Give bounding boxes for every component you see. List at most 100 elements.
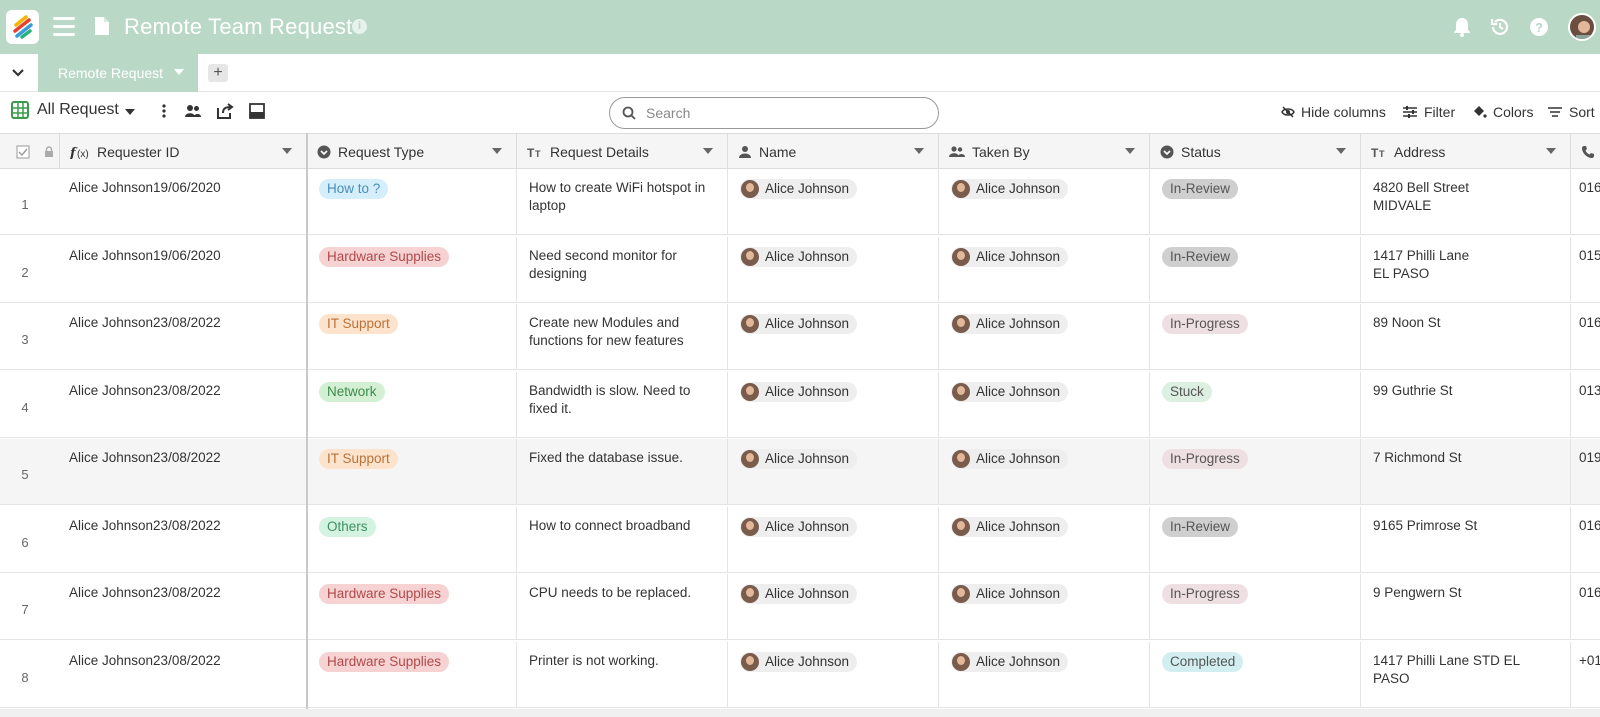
person-chip[interactable]: Alice Johnson	[951, 246, 1069, 267]
person-chip[interactable]: Alice Johnson	[951, 449, 1069, 469]
checkbox-icon[interactable]	[16, 145, 30, 159]
table-row[interactable]: 3 Alice Johnson23/08/2022 IT Support Create…	[0, 304, 1600, 370]
caret-down-icon[interactable]	[492, 148, 502, 154]
cell-taken-by[interactable]: Alice Johnson	[939, 304, 1150, 370]
person-chip[interactable]: Alice Johnson	[740, 314, 858, 334]
tab-remote-request[interactable]: Remote Request	[38, 54, 198, 92]
cell-request-details[interactable]: Bandwidth is slow. Need to fixed it.	[517, 371, 728, 438]
cell-requester-id[interactable]: Alice Johnson23/08/2022	[60, 506, 307, 573]
menu-icon[interactable]	[53, 17, 75, 37]
table-row[interactable]: 4 Alice Johnson23/08/2022 Network Bandwidth…	[0, 371, 1600, 438]
cell-status[interactable]: In-Review	[1150, 506, 1361, 573]
cell-request-type[interactable]: IT Support	[307, 439, 517, 505]
chevron-down-icon[interactable]	[10, 65, 26, 81]
cell-address[interactable]: 4820 Bell Street MIDVALE	[1361, 169, 1571, 235]
caret-down-icon[interactable]	[1336, 148, 1346, 154]
user-avatar[interactable]	[1568, 13, 1596, 41]
layout-icon[interactable]	[248, 102, 266, 120]
cell-request-details[interactable]: Need second monitor for designing	[517, 236, 728, 303]
cell-status[interactable]: In-Progress	[1150, 304, 1361, 370]
cell-address[interactable]: 99 Guthrie St	[1361, 371, 1571, 438]
cell-status[interactable]: In-Progress	[1150, 574, 1361, 640]
person-chip[interactable]: Alice Johnson	[740, 651, 858, 672]
col-header-phone[interactable]	[1571, 134, 1600, 169]
cell-request-type[interactable]: IT Support	[307, 304, 517, 370]
cell-requester-id[interactable]: Alice Johnson23/08/2022	[60, 371, 307, 438]
cell-taken-by[interactable]: Alice Johnson	[939, 574, 1150, 640]
cell-request-type[interactable]: Others	[307, 506, 517, 573]
table-row[interactable]: 8 Alice Johnson23/08/2022 Hardware Supplie…	[0, 641, 1600, 708]
cell-taken-by[interactable]: Alice Johnson	[939, 169, 1150, 235]
cell-request-type[interactable]: How to ?	[307, 169, 517, 235]
caret-down-icon[interactable]	[125, 109, 135, 115]
cell-address[interactable]: 1417 Philli Lane EL PASO	[1361, 236, 1571, 303]
logo-icon[interactable]	[6, 10, 39, 44]
col-header-name[interactable]: Name	[728, 134, 939, 169]
cell-address[interactable]: 9165 Primrose St	[1361, 506, 1571, 573]
cell-phone[interactable]: 016	[1571, 304, 1600, 370]
cell-request-details[interactable]: How to create WiFi hotspot in laptop	[517, 169, 728, 235]
cell-name[interactable]: Alice Johnson	[728, 439, 939, 505]
cell-address[interactable]: 1417 Philli Lane STD EL PASO	[1361, 641, 1571, 708]
col-header-request-details[interactable]: TT Request Details	[517, 134, 728, 169]
cell-phone[interactable]: 013	[1571, 372, 1600, 438]
sort-button[interactable]: Sort	[1547, 104, 1595, 120]
cell-status[interactable]: Stuck	[1150, 371, 1361, 438]
caret-down-icon[interactable]	[1546, 148, 1556, 154]
info-icon[interactable]: i	[352, 19, 367, 34]
cell-requester-id[interactable]: Alice Johnson23/08/2022	[60, 641, 307, 708]
table-row[interactable]: 7 Alice Johnson23/08/2022 Hardware Supplie…	[0, 574, 1600, 640]
cell-phone[interactable]: 016	[1571, 507, 1600, 573]
caret-down-icon[interactable]	[914, 148, 924, 154]
cell-requester-id[interactable]: Alice Johnson23/08/2022	[60, 574, 307, 640]
person-chip[interactable]: Alice Johnson	[740, 584, 858, 604]
history-icon[interactable]	[1489, 16, 1511, 38]
person-chip[interactable]: Alice Johnson	[951, 381, 1069, 402]
export-icon[interactable]	[216, 102, 234, 120]
view-selector[interactable]: All Request	[37, 101, 119, 119]
search-input[interactable]	[609, 97, 939, 129]
col-header-status[interactable]: Status	[1150, 134, 1361, 169]
cell-requester-id[interactable]: Alice Johnson19/06/2020	[60, 169, 307, 235]
col-header-request-type[interactable]: Request Type	[307, 134, 517, 169]
person-chip[interactable]: Alice Johnson	[740, 246, 858, 267]
cell-request-details[interactable]: Printer is not working.	[517, 641, 728, 708]
cell-taken-by[interactable]: Alice Johnson	[939, 641, 1150, 708]
add-tab-button[interactable]: +	[208, 64, 228, 82]
person-chip[interactable]: Alice Johnson	[740, 381, 858, 402]
table-row[interactable]: 2 Alice Johnson19/06/2020 Hardware Supplie…	[0, 236, 1600, 303]
cell-phone[interactable]: 016	[1571, 574, 1600, 640]
hide-columns-button[interactable]: Hide columns	[1281, 104, 1386, 120]
cell-name[interactable]: Alice Johnson	[728, 236, 939, 303]
cell-request-details[interactable]: CPU needs to be replaced.	[517, 574, 728, 640]
person-chip[interactable]: Alice Johnson	[951, 651, 1069, 672]
col-header-requester-id[interactable]: f (x) Requester ID	[60, 134, 307, 169]
person-chip[interactable]: Alice Johnson	[951, 179, 1069, 199]
cell-taken-by[interactable]: Alice Johnson	[939, 506, 1150, 573]
cell-status[interactable]: Completed	[1150, 641, 1361, 708]
cell-name[interactable]: Alice Johnson	[728, 371, 939, 438]
cell-status[interactable]: In-Progress	[1150, 439, 1361, 505]
cell-phone[interactable]: +01	[1571, 642, 1600, 708]
cell-name[interactable]: Alice Johnson	[728, 574, 939, 640]
cell-requester-id[interactable]: Alice Johnson23/08/2022	[60, 304, 307, 370]
filter-button[interactable]: Filter	[1402, 104, 1455, 120]
person-chip[interactable]: Alice Johnson	[951, 314, 1069, 334]
cell-address[interactable]: 7 Richmond St	[1361, 439, 1571, 505]
person-chip[interactable]: Alice Johnson	[740, 516, 858, 537]
colors-button[interactable]: Colors	[1471, 104, 1533, 120]
help-icon[interactable]: ?	[1528, 16, 1550, 38]
cell-request-type[interactable]: Hardware Supplies	[307, 641, 517, 708]
table-row[interactable]: 6 Alice Johnson23/08/2022 Others How to con…	[0, 506, 1600, 573]
person-chip[interactable]: Alice Johnson	[740, 179, 858, 199]
cell-taken-by[interactable]: Alice Johnson	[939, 236, 1150, 303]
cell-address[interactable]: 9 Pengwern St	[1361, 574, 1571, 640]
caret-down-icon[interactable]	[703, 148, 713, 154]
cell-address[interactable]: 89 Noon St	[1361, 304, 1571, 370]
cell-status[interactable]: In-Review	[1150, 236, 1361, 303]
cell-request-details[interactable]: Fixed the database issue.	[517, 439, 728, 505]
bell-icon[interactable]	[1451, 16, 1473, 38]
cell-phone[interactable]: 015	[1571, 237, 1600, 303]
caret-down-icon[interactable]	[174, 69, 184, 75]
cell-name[interactable]: Alice Johnson	[728, 304, 939, 370]
